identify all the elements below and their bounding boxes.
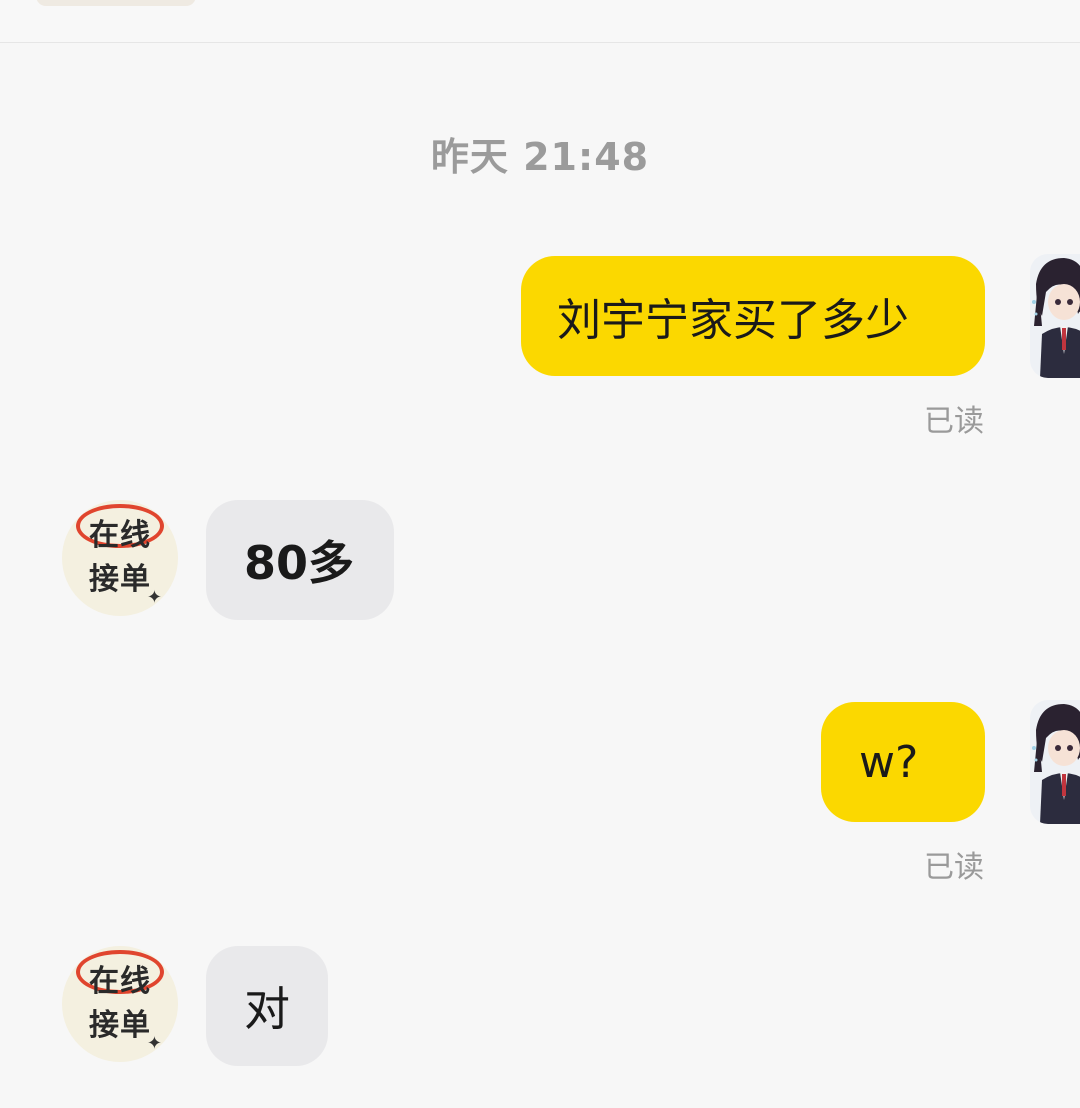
top-nav-bar: [0, 0, 1080, 43]
incoming-message-bubble[interactable]: 80多: [206, 500, 394, 620]
outgoing-message-bubble[interactable]: w?: [821, 702, 985, 822]
sparkle-icon: ✦: [146, 1033, 162, 1054]
message-timestamp: 昨天 21:48: [430, 135, 650, 179]
outgoing-message-bubble[interactable]: 刘宇宁家买了多少: [521, 256, 985, 376]
message-text: w?: [859, 736, 919, 788]
incoming-message-bubble[interactable]: 对: [206, 946, 328, 1066]
sticker-text-top: 在线: [89, 518, 151, 553]
user-avatar[interactable]: [1030, 254, 1080, 378]
anime-girl-avatar-icon: [1030, 700, 1080, 824]
user-avatar[interactable]: [1030, 700, 1080, 824]
message-text: 80多: [244, 536, 355, 590]
read-receipt: 已读: [924, 404, 984, 439]
top-bar-partial-element: [36, 0, 196, 6]
message-text: 刘宇宁家买了多少: [557, 295, 909, 346]
sticker-text-top: 在线: [89, 964, 151, 999]
contact-avatar[interactable]: 在线 接单 ✦: [62, 500, 178, 616]
anime-girl-avatar-icon: [1030, 254, 1080, 378]
message-text: 对: [244, 982, 290, 1036]
read-receipt: 已读: [924, 850, 984, 885]
sparkle-icon: ✦: [146, 587, 162, 608]
contact-avatar[interactable]: 在线 接单 ✦: [62, 946, 178, 1062]
